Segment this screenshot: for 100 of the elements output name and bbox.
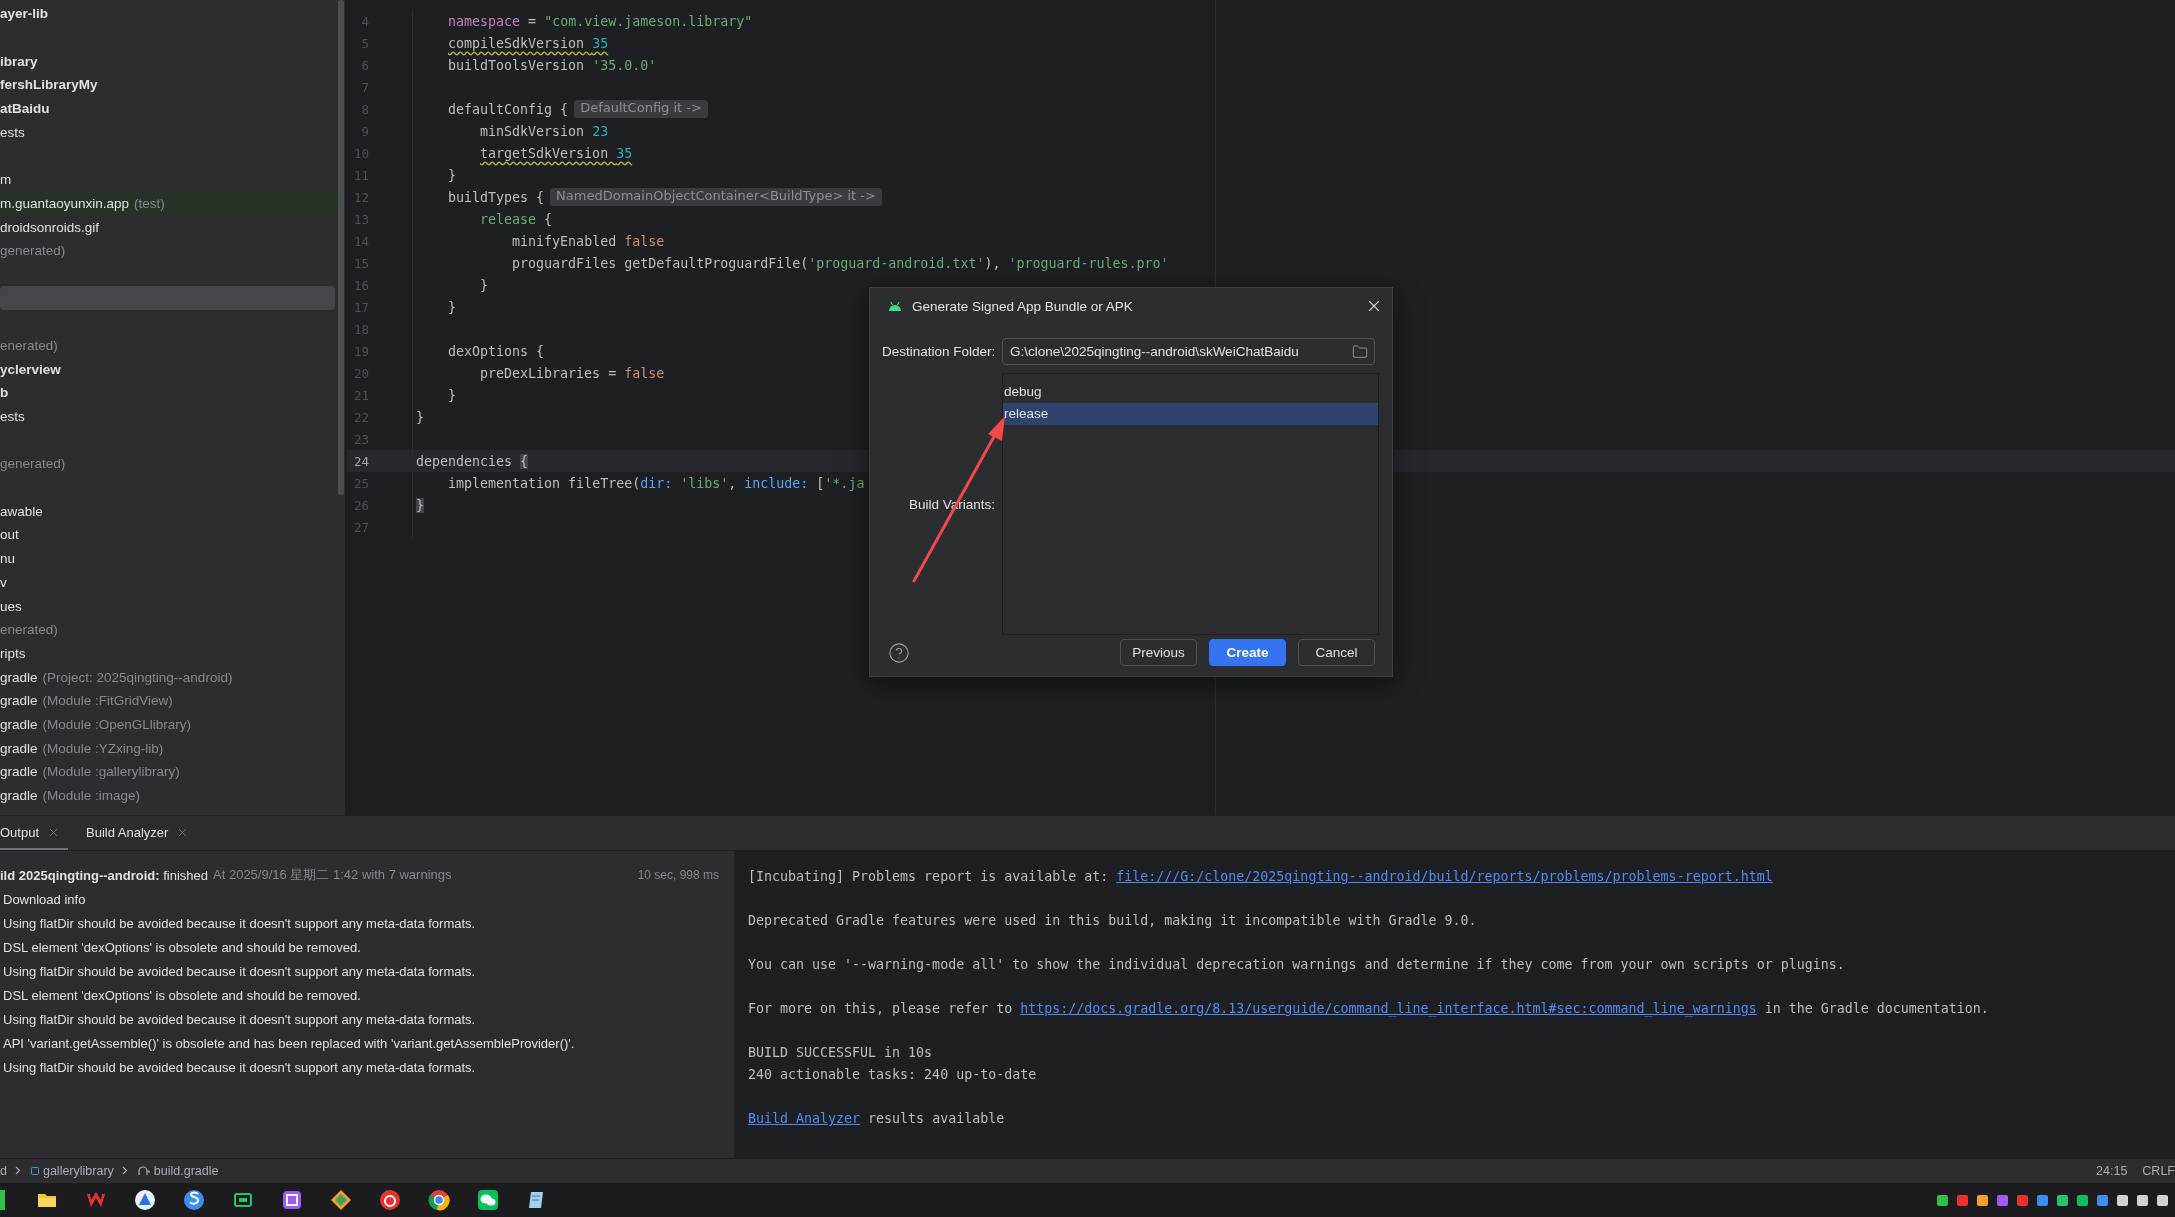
console-text: [Incubating] Problems report is available at: <box>748 869 1110 884</box>
tree-item-label[interactable]: gradle <box>0 693 38 709</box>
build-detail: At 2025/9/16 星期二 1:42 with 7 warnings <box>213 866 452 884</box>
tray-icon[interactable] <box>1936 1193 1949 1207</box>
tree-item-label[interactable]: m <box>0 172 12 188</box>
code-line: } <box>415 409 424 425</box>
list-item[interactable]: debug <box>1003 381 1378 403</box>
tray-icon[interactable] <box>2156 1193 2169 1207</box>
build-message[interactable]: Using flatDir should be avoided because it doesn't support any meta-data formats. <box>0 963 476 979</box>
list-item[interactable]: release <box>1003 403 1378 425</box>
tree-item-label[interactable]: gradle <box>0 740 38 756</box>
tree-item-label[interactable]: ripts <box>0 645 26 661</box>
console-text: BUILD SUCCESSFUL in 10s <box>748 1045 933 1060</box>
help-button[interactable] <box>888 641 910 664</box>
tree-item-label[interactable]: ests <box>0 409 25 425</box>
app-icon[interactable] <box>183 1189 205 1211</box>
tree-item-note: generated) <box>0 456 66 472</box>
app-icon[interactable] <box>281 1189 303 1211</box>
chevron-icon <box>14 1166 21 1175</box>
browser-icon[interactable] <box>428 1189 450 1211</box>
tray-icon[interactable] <box>1976 1193 1989 1207</box>
console-text: results available <box>867 1111 1005 1126</box>
build-message[interactable]: Using flatDir should be avoided because it doesn't support any meta-data formats. <box>0 1011 476 1027</box>
tree-item-label[interactable]: ibrary <box>0 53 38 69</box>
console-text: You can use '--warning-mode all' to show the individual deprecation warnings and determine if they come from your own scripts or plugins. <box>748 957 1845 972</box>
tree-item-label[interactable]: fershLibraryMy <box>0 77 98 93</box>
code-line: buildToolsVersion '35.0.0' <box>447 57 657 73</box>
line-ending[interactable]: CRLF <box>2142 1163 2175 1178</box>
console-text: 240 actionable tasks: 240 up-to-date <box>748 1067 1037 1082</box>
tree-item-label[interactable]: out <box>0 527 19 543</box>
tree-item-label[interactable]: gradle <box>0 669 38 685</box>
code-line: proguardFiles getDefaultProguardFile('proguard-android.txt'), 'proguard-rules.pro' <box>511 255 1169 271</box>
destination-field[interactable]: G:\clone\2025qingting--android\skWeiChatBaidu <box>1002 338 1375 365</box>
tray-icon[interactable] <box>2116 1193 2129 1207</box>
caret-position[interactable]: 24:15 <box>2096 1163 2128 1178</box>
field-label: Destination Folder: <box>882 344 995 359</box>
console-text: Deprecated Gradle features were used in this build, making it incompatible with Gradle 9.0. <box>748 913 1477 928</box>
app-icon[interactable] <box>134 1189 156 1211</box>
app-icon[interactable] <box>379 1189 401 1211</box>
tree-item-note: (Module :OpenGLlibrary) <box>42 716 192 732</box>
breadcrumb[interactable]: gallerylibrary <box>42 1163 114 1178</box>
scrollbar-thumb[interactable] <box>338 0 344 495</box>
tree-item-label[interactable]: awable <box>0 503 43 519</box>
tree-item-label[interactable]: gradle <box>0 764 38 780</box>
code-line: defaultConfig { <box>447 101 569 117</box>
tree-item-label[interactable]: ayer-lib <box>0 6 49 22</box>
build-message[interactable]: DSL element 'dexOptions' is obsolete and should be removed. <box>0 987 361 1003</box>
tray-icon[interactable] <box>2096 1193 2109 1207</box>
code-line: compileSdkVersion 35 <box>447 35 609 51</box>
tray-icon[interactable] <box>2036 1193 2049 1207</box>
breadcrumb[interactable]: build.gradle <box>153 1163 219 1178</box>
panel-tab[interactable]: Build Analyzer <box>78 816 198 850</box>
code-line: } <box>447 167 457 183</box>
tree-item-label[interactable]: ues <box>0 598 22 614</box>
code-line: buildTypes { <box>447 189 545 205</box>
tree-item-note: (Module :gallerylibrary) <box>42 764 180 780</box>
tree-item-note: (Module :FitGridView) <box>42 693 173 709</box>
tree-item-label[interactable]: v <box>0 574 7 590</box>
code-line: implementation fileTree(dir: 'libs', include: ['*.ja <box>447 475 865 491</box>
tree-item-note: (Module :image) <box>42 788 141 804</box>
console-link[interactable]: https://docs.gradle.org/8.13/userguide/command_line_interface.html#sec:command_line_warnings <box>1020 1001 1757 1016</box>
tree-item-label[interactable]: ests <box>0 124 25 140</box>
panel-tab[interactable]: Output <box>0 816 69 850</box>
breadcrumb[interactable]: d <box>0 1163 7 1178</box>
code-line: } <box>447 387 457 403</box>
tree-item-label[interactable]: gradle <box>0 716 38 732</box>
chat-icon[interactable] <box>477 1189 499 1211</box>
chevron-icon <box>121 1166 128 1175</box>
build-message[interactable]: Download info <box>0 891 86 907</box>
console-text: For more on this, please refer to <box>748 1001 1014 1016</box>
tree-item-note: (Project: 2025qingting--android) <box>42 669 233 685</box>
tray-icon[interactable] <box>2076 1193 2089 1207</box>
android-icon <box>888 301 902 311</box>
tree-item-label[interactable]: nu <box>0 551 16 567</box>
console-link[interactable]: file:///G:/clone/2025qingting--android/build/reports/problems/problems-report.html <box>1116 869 1773 884</box>
app-icon[interactable] <box>330 1189 352 1211</box>
tree-item-label[interactable]: gradle <box>0 788 38 804</box>
build-message[interactable]: Using flatDir should be avoided because it doesn't support any meta-data formats. <box>0 915 476 931</box>
code-line: dependencies { <box>415 453 529 469</box>
tree-item-label[interactable]: m.guantaoyunxin.app <box>0 195 130 211</box>
tray-icon[interactable] <box>2136 1193 2149 1207</box>
dialog-button[interactable]: Previous <box>1120 639 1197 666</box>
code-line: minSdkVersion 23 <box>479 123 609 139</box>
code-line: minifyEnabled false <box>511 233 665 249</box>
create-button[interactable]: Create <box>1209 639 1286 666</box>
dialog-title: Generate Signed App Bundle or APK <box>912 298 1133 314</box>
tree-item-label[interactable]: yclerview <box>0 361 61 377</box>
dialog-button[interactable]: Cancel <box>1298 639 1375 666</box>
build-duration: 10 sec, 998 ms <box>637 868 719 882</box>
build-message[interactable]: Using flatDir should be avoided because it doesn't support any meta-data formats. <box>0 1059 476 1075</box>
tree-item-label[interactable]: atBaidu <box>0 101 50 117</box>
tree-row[interactable]: m.guantaoyunxin.app (test) <box>0 191 345 216</box>
code-line: targetSdkVersion 35 <box>479 145 633 161</box>
build-message[interactable]: DSL element 'dexOptions' is obsolete and should be removed. <box>0 939 361 955</box>
inlay-hint: DefaultConfig it -> <box>574 100 708 118</box>
build-message[interactable]: API 'variant.getAssemble()' is obsolete and has been replaced with 'variant.getAssembleProvider()'. <box>0 1035 575 1051</box>
tray-icon[interactable] <box>2056 1193 2069 1207</box>
tree-item-label[interactable]: droidsonroids.gif <box>0 219 100 235</box>
console-link[interactable]: Build Analyzer <box>748 1111 861 1126</box>
tree-item-label[interactable]: b <box>0 385 9 401</box>
